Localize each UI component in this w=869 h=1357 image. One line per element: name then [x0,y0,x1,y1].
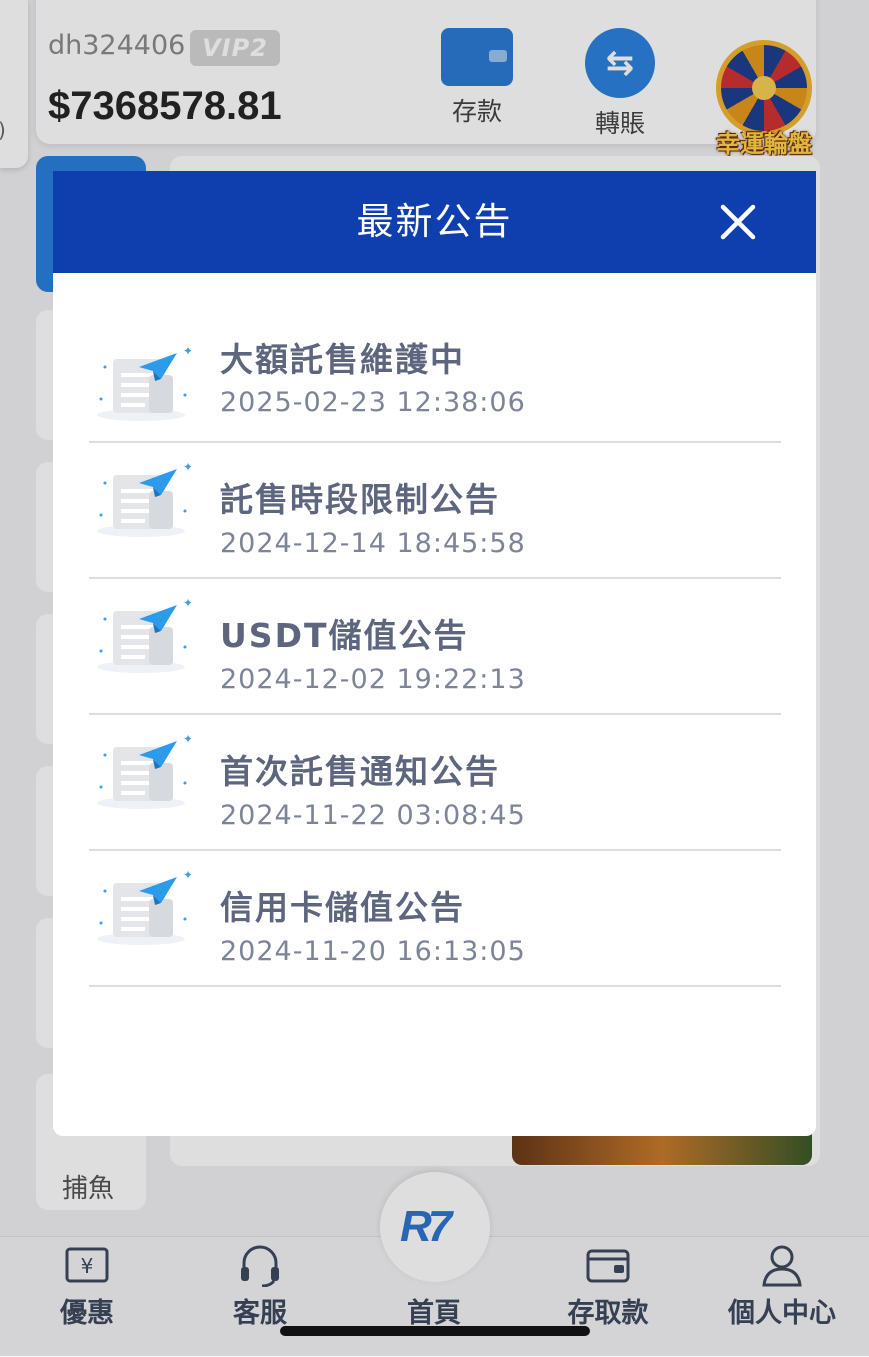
document-plane-icon: ✦ [97,868,191,945]
document-plane-icon: ✦ [97,732,191,809]
notice-list: ✦ 大額託售維護中 2025-02-23 12:38:06 ✦ 託售時段限制公告… [89,307,781,987]
svg-text:✦: ✦ [183,344,191,358]
notice-item[interactable]: ✦ USDT儲值公告 2024-12-02 19:22:13 [89,579,781,715]
notice-item[interactable]: ✦ 託售時段限制公告 2024-12-14 18:45:58 [89,443,781,579]
notice-item[interactable]: ✦ 信用卡儲值公告 2024-11-20 16:13:05 [89,851,781,987]
notice-title: 託售時段限制公告 [220,480,500,519]
document-plane-icon: ✦ [97,344,191,421]
modal-title: 最新公告 [356,200,513,243]
notice-item[interactable]: ✦ 大額託售維護中 2025-02-23 12:38:06 [89,307,781,443]
modal-header: 最新公告 [53,171,816,273]
notice-title: USDT儲值公告 [220,616,469,655]
document-plane-icon: ✦ [97,460,191,537]
announcement-modal: 最新公告 ✦ 大額託售維護中 2025-02-23 12:38:06 ✦ 託售時… [53,171,816,1136]
svg-text:✦: ✦ [183,460,191,474]
svg-text:✦: ✦ [183,596,191,610]
notice-timestamp: 2024-11-20 16:13:05 [220,936,526,967]
document-plane-icon: ✦ [97,596,191,673]
close-icon[interactable] [715,199,761,245]
svg-text:✦: ✦ [183,868,191,882]
notice-title: 大額託售維護中 [220,340,465,379]
notice-timestamp: 2024-11-22 03:08:45 [220,800,526,831]
notice-timestamp: 2025-02-23 12:38:06 [220,387,526,418]
notice-title: 首次託售通知公告 [220,752,500,791]
notice-item[interactable]: ✦ 首次託售通知公告 2024-11-22 03:08:45 [89,715,781,851]
notice-title: 信用卡儲值公告 [220,888,465,927]
notice-timestamp: 2024-12-02 19:22:13 [220,664,526,695]
svg-text:✦: ✦ [183,732,191,746]
home-indicator [280,1326,590,1336]
notice-timestamp: 2024-12-14 18:45:58 [220,528,526,559]
